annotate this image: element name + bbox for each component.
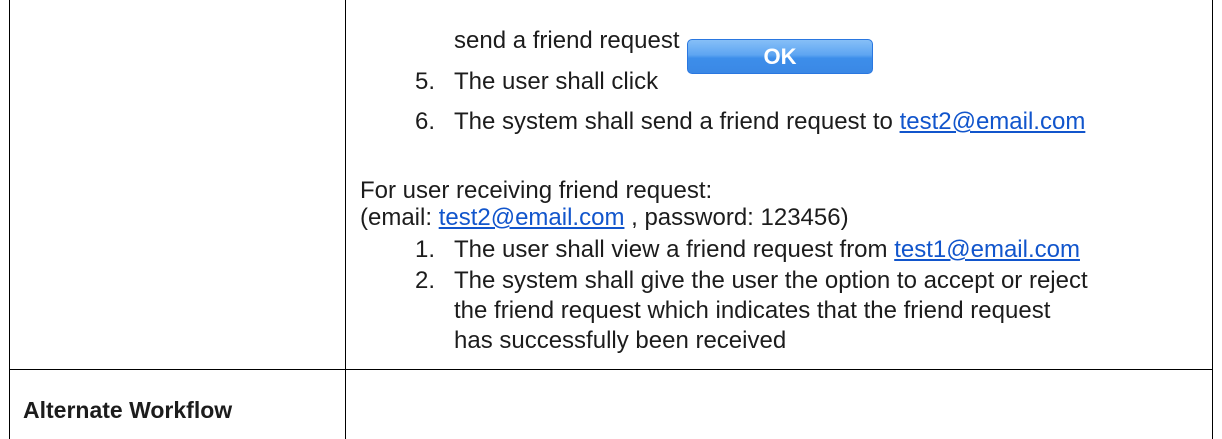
step-2-number: 2. (414, 267, 435, 294)
step-2-text-line-1: The system shall give the user the optio… (454, 267, 1088, 294)
alternate-workflow-label: Alternate Workflow (23, 397, 233, 423)
table-border-right (1212, 0, 1213, 439)
step-5-number: 5. (414, 68, 435, 95)
credentials-prefix: (email: (360, 204, 439, 231)
step-2-text-line-2: the friend request which indicates that … (454, 297, 1051, 324)
step-1-line: The user shall view a friend request fro… (454, 236, 1080, 264)
step-1-text: The user shall view a friend request fro… (454, 236, 895, 263)
step-1-number: 1. (414, 236, 435, 263)
credentials-email-link[interactable]: test2@email.com (439, 204, 625, 231)
step-continuation-text: send a friend request (454, 27, 680, 54)
requirements-table: send a friend request 5. The user shall … (0, 0, 1222, 439)
table-column-divider (345, 0, 346, 439)
step-6-line: The system shall send a friend request t… (454, 108, 1085, 136)
step-5-text: The user shall click (454, 68, 659, 95)
credentials-suffix: , password: 123456) (624, 204, 849, 231)
table-row-divider (9, 369, 1213, 370)
test1-email-link[interactable]: test1@email.com (894, 236, 1080, 263)
receiver-heading: For user receiving friend request: (360, 177, 713, 204)
credentials-line: (email: test2@email.com , password: 1234… (360, 204, 849, 232)
step-6-number: 6. (414, 108, 435, 135)
step-2-text-line-3: has successfully been received (454, 327, 787, 354)
ok-button[interactable]: OK (687, 39, 873, 74)
test2-email-link[interactable]: test2@email.com (900, 108, 1086, 135)
table-border-left (9, 0, 10, 439)
step-6-text: The system shall send a friend request t… (454, 108, 900, 135)
